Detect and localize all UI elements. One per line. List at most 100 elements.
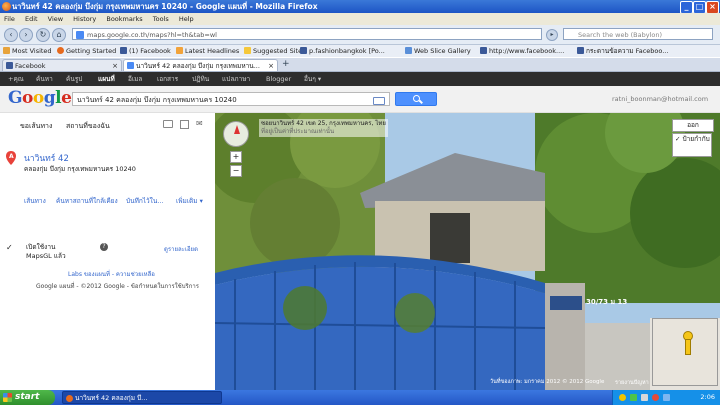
labels-toggle[interactable]: ✓ ป้ายกำกับ (672, 133, 712, 157)
speaker-icon[interactable] (641, 394, 648, 401)
bookmark-item[interactable]: Web Slice Gallery (405, 45, 471, 57)
gbar-documents[interactable]: เอกสาร (157, 72, 178, 86)
windows-logo-icon (3, 393, 12, 402)
gbar-search[interactable]: ค้นหา (36, 72, 53, 86)
bookmark-item[interactable]: กระดานข้อความ Faceboo... (577, 45, 668, 57)
place-title[interactable]: นาวินทร์ 42 (24, 151, 69, 165)
firefox-icon (2, 2, 11, 11)
exit-street-view-button[interactable]: ออก (672, 119, 714, 132)
directions-link[interactable]: เส้นทาง (24, 196, 46, 206)
site-favicon-icon (76, 31, 84, 39)
get-directions-button[interactable]: ขอเส้นทาง (20, 121, 52, 132)
maps-search-input[interactable]: นาวินทร์ 42 คลองกุ่ม บึงกุ่ม กรุงเทพมหาน… (72, 92, 390, 106)
street-view[interactable]: ซอยนาวินทร์ 42 เขต 25, กรุงเทพมหานคร, ไท… (215, 113, 720, 390)
search-nearby-link[interactable]: ค้นหาสถานที่ใกล้เคียง (56, 196, 118, 206)
rss-icon (176, 47, 183, 54)
system-tray: 2:06 (612, 390, 720, 405)
bookmark-item[interactable]: Getting Started (57, 45, 116, 57)
star-icon (3, 47, 10, 54)
close-tab-icon[interactable]: × (268, 60, 274, 71)
menu-file[interactable]: File (4, 15, 15, 23)
report-problem-link[interactable]: รายงานปัญหา (615, 379, 649, 387)
bookmark-item[interactable]: http://www.facebook.... (480, 45, 564, 57)
google-header: Google นาวินทร์ 42 คลองกุ่ม บึงกุ่ม กรุง… (0, 86, 720, 113)
more-link[interactable]: เพิ่มเติม ▾ (176, 196, 203, 206)
home-icon[interactable]: ⌂ (52, 28, 66, 42)
link-icon[interactable] (180, 120, 189, 129)
gbar-mail[interactable]: อีเมล (128, 72, 142, 86)
gbar-more[interactable]: อื่นๆ ▾ (304, 72, 321, 86)
back-icon[interactable]: ‹ (4, 28, 18, 42)
gbar-plus-you[interactable]: +คุณ (8, 72, 24, 86)
tab-google-maps[interactable]: นาวินทร์ 42 คลองกุ่ม บึงกุ่ม กรุงเทพมหาน… (123, 59, 278, 71)
clock[interactable]: 2:06 (700, 390, 715, 405)
account-email[interactable]: ratni_boonman@hotmail.com (612, 95, 708, 103)
web-search-input[interactable]: Search the web (Babylon) (563, 28, 713, 40)
bookmarks-toolbar: Most Visited Getting Started (1) Faceboo… (0, 45, 720, 57)
network-icon[interactable] (663, 394, 670, 401)
bookmark-item[interactable]: Most Visited (3, 45, 52, 57)
tray-icon[interactable] (619, 394, 626, 401)
my-places-button[interactable]: สถานที่ของฉัน (66, 121, 110, 132)
close-tab-icon[interactable]: × (112, 60, 118, 71)
compass-icon[interactable] (223, 121, 249, 147)
bookmark-item[interactable]: Suggested Sites (244, 45, 306, 57)
window-title: นาวินทร์ 42 คลองกุ่ม บึงกุ่ม กรุงเทพมหาน… (12, 2, 318, 11)
menu-bookmarks[interactable]: Bookmarks (106, 15, 142, 23)
menu-view[interactable]: View (48, 15, 63, 23)
bookmark-item[interactable]: Latest Headlines (176, 45, 239, 57)
forward-icon[interactable]: › (19, 28, 33, 42)
mapsgl-details-link[interactable]: ดูรายละเอียด (164, 244, 198, 254)
tray-icon[interactable] (630, 394, 637, 401)
keyboard-icon[interactable] (373, 97, 385, 105)
bookmark-item[interactable]: p.fashionbangkok [Po... (300, 45, 385, 57)
facebook-icon (6, 62, 13, 69)
menu-help[interactable]: Help (179, 15, 194, 23)
mini-map[interactable] (652, 318, 718, 386)
ie-icon (244, 47, 251, 54)
labs-help-links[interactable]: Labs ของแผนที่ - ความช่วยเหลือ (68, 269, 155, 279)
facebook-icon (577, 47, 584, 54)
facebook-icon (120, 47, 127, 54)
zoom-in-button[interactable]: + (230, 151, 242, 163)
navigation-bar: ‹ › ↻ ⌂ maps.google.co.th/maps?hl=th&tab… (0, 25, 720, 45)
url-bar[interactable]: maps.google.co.th/maps?hl=th&tab=wl (72, 28, 542, 40)
google-maps-icon (127, 62, 134, 69)
taskbar-firefox-task[interactable]: นาวินทร์ 42 คลองกุ่ม บึ... (62, 391, 222, 404)
new-tab-button[interactable]: + (282, 59, 290, 70)
search-placeholder: Search the web (Babylon) (578, 31, 663, 39)
help-icon[interactable]: ? (100, 243, 108, 251)
checkmark-icon: ✓ (675, 135, 681, 143)
google-logo[interactable]: Google (8, 88, 72, 108)
tray-icon[interactable] (652, 394, 659, 401)
house-number-sign: 30/73 ม 13 (586, 298, 628, 306)
menu-tools[interactable]: Tools (153, 15, 169, 23)
maps-search-button[interactable] (395, 92, 437, 106)
maps-footer[interactable]: Google แผนที่ - ©2012 Google - ข้อกำหนดใ… (36, 281, 199, 291)
street-view-address: ซอยนาวินทร์ 42 เขต 25, กรุงเทพมหานคร, ไท… (259, 119, 388, 137)
marker-label: A (9, 153, 14, 160)
gbar-translate[interactable]: แปลภาษา (222, 72, 250, 86)
gbar-maps[interactable]: แผนที่ (98, 72, 115, 86)
gbar-calendar[interactable]: ปฏิทิน (192, 72, 209, 86)
tab-facebook[interactable]: Facebook × (2, 59, 122, 71)
street-view-scene (215, 113, 720, 390)
share-icon[interactable]: ✉ (196, 119, 203, 128)
place-address: คลองกุ่ม บึงกุ่ม กรุงเทพมหานคร 10240 (24, 165, 136, 173)
facebook-icon (480, 47, 487, 54)
bookmark-item[interactable]: (1) Facebook (120, 45, 171, 57)
print-icon[interactable] (163, 120, 173, 128)
zoom-out-button[interactable]: − (230, 165, 242, 177)
checkmark-icon: ✓ (6, 243, 13, 252)
web-slice-icon (405, 47, 412, 54)
mapsgl-label: เปิดใช้งาน MapsGL แล้ว (26, 243, 66, 260)
go-icon[interactable]: ▸ (546, 29, 558, 41)
maps-search-value: นาวินทร์ 42 คลองกุ่ม บึงกุ่ม กรุงเทพมหาน… (77, 96, 237, 104)
gbar-blogger[interactable]: Blogger (266, 72, 291, 86)
start-button[interactable]: start (0, 390, 55, 405)
gbar-images[interactable]: ค้นรูป (66, 72, 82, 86)
save-to-link[interactable]: บันทึกไว้ใน... (126, 196, 164, 206)
menu-edit[interactable]: Edit (25, 15, 38, 23)
menu-history[interactable]: History (73, 15, 96, 23)
reload-icon[interactable]: ↻ (36, 28, 50, 42)
